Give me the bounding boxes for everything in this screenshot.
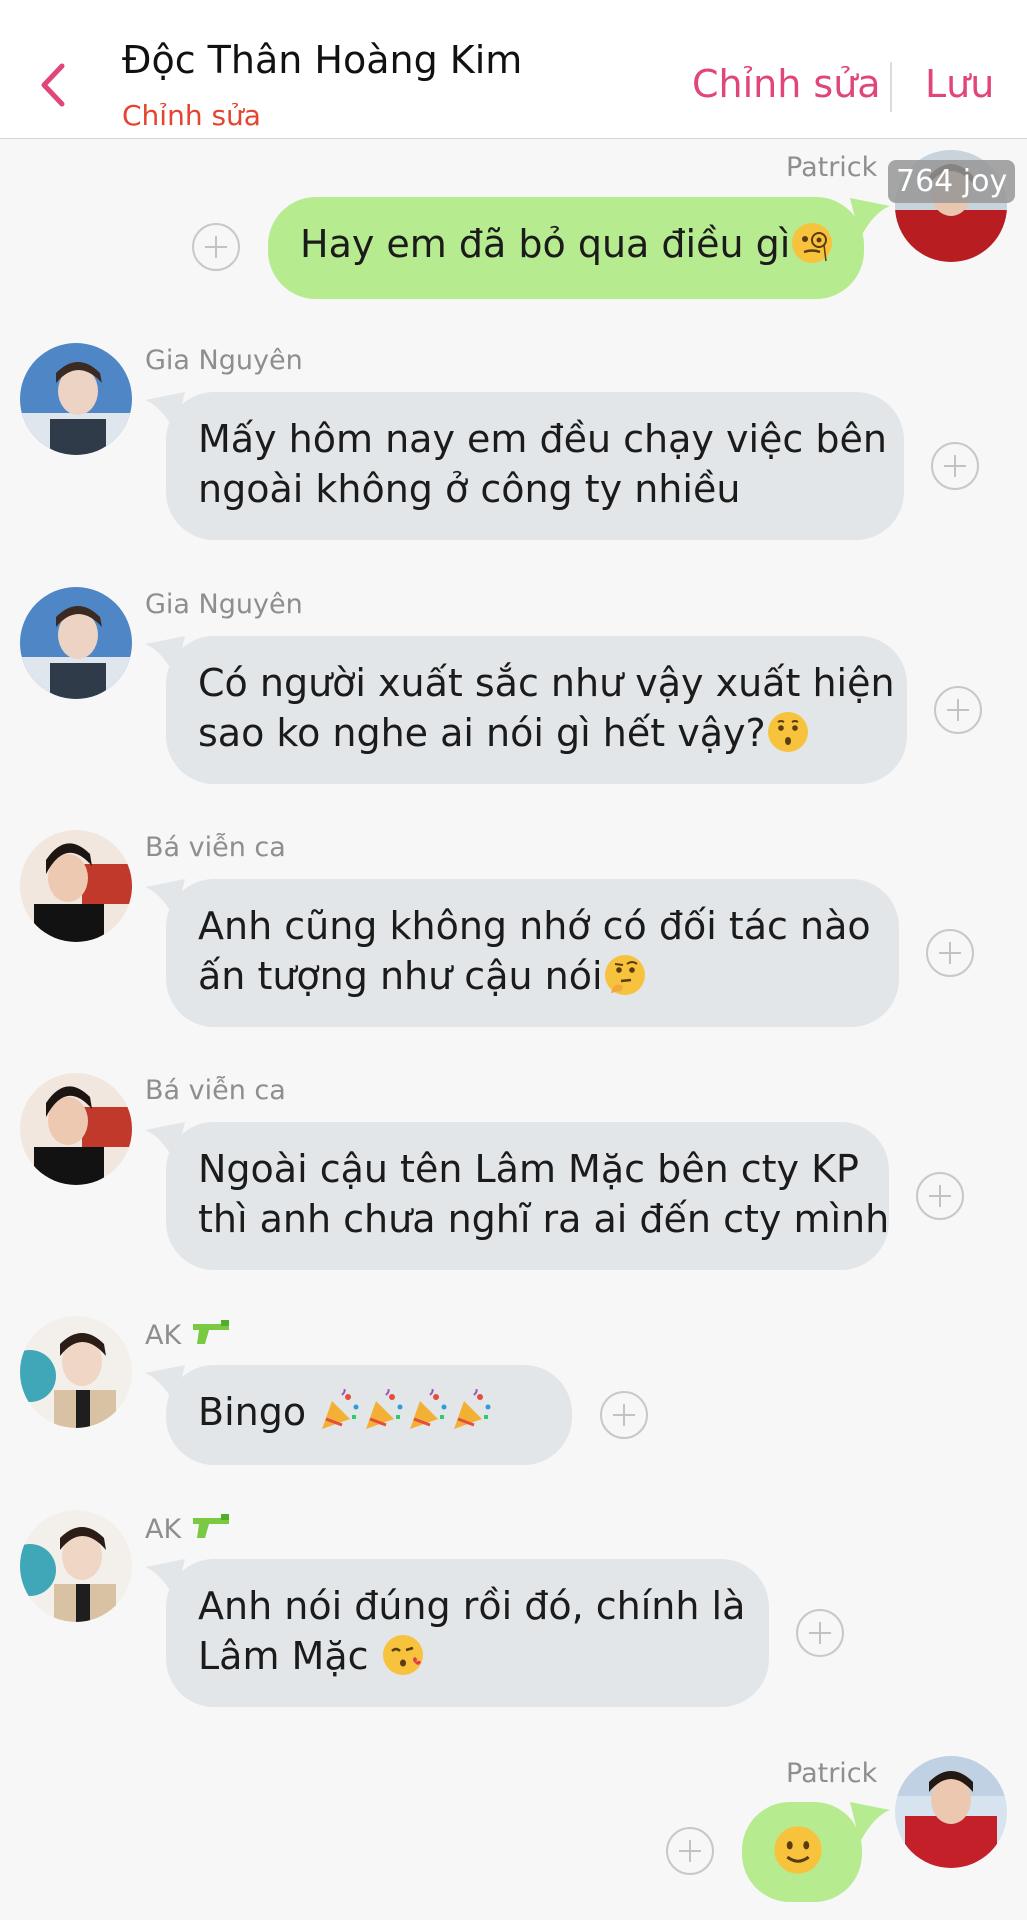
sender-name: AK — [145, 1318, 231, 1351]
message-bubble[interactable]: Anh cũng không nhớ có đối tác nào ấn tượ… — [166, 879, 899, 1027]
sender-name: Gia Nguyên — [145, 345, 303, 376]
chat-subtitle-edit[interactable]: Chỉnh sửa — [122, 99, 261, 132]
message-text: Có người xuất sắc như vậy xuất hiện — [198, 661, 895, 705]
add-reaction-button[interactable] — [192, 223, 240, 271]
sender-name: Patrick — [786, 152, 878, 183]
sender-name: Gia Nguyên — [145, 589, 303, 620]
avatar[interactable] — [20, 1316, 132, 1428]
add-reaction-button[interactable] — [916, 1172, 964, 1220]
avatar[interactable] — [20, 830, 132, 942]
add-reaction-button[interactable] — [666, 1827, 714, 1875]
chat-header: Độc Thân Hoàng Kim Chỉnh sửa Chỉnh sửa L… — [0, 0, 1027, 139]
message-text: Bingo — [198, 1390, 307, 1434]
avatar[interactable] — [20, 1073, 132, 1185]
edit-button[interactable]: Chỉnh sửa — [692, 62, 881, 106]
message-text: sao ko nghe ai nói gì hết vậy? — [198, 711, 766, 755]
add-reaction-button[interactable] — [931, 442, 979, 490]
sender-name: Patrick — [786, 1758, 878, 1789]
back-chevron-icon[interactable] — [34, 60, 74, 110]
message-bubble[interactable]: Ngoài cậu tên Lâm Mặc bên cty KP thì anh… — [166, 1122, 889, 1270]
joy-badge: 764 joy — [888, 160, 1016, 203]
slightly-smiling-face-icon — [772, 1824, 824, 1876]
monocle-face-icon — [790, 221, 834, 265]
party-popper-icon — [406, 1389, 450, 1433]
sender-name: Bá viễn ca — [145, 832, 286, 863]
water-pistol-icon — [191, 1318, 231, 1348]
message-text: Hay em đã bỏ qua điều gì — [300, 222, 791, 266]
add-reaction-button[interactable] — [796, 1609, 844, 1657]
message-bubble[interactable]: Có người xuất sắc như vậy xuất hiện sao … — [166, 636, 907, 784]
water-pistol-icon — [191, 1512, 231, 1542]
add-reaction-button[interactable] — [926, 929, 974, 977]
face-blowing-kiss-icon — [381, 1633, 425, 1677]
party-popper-icon — [362, 1389, 406, 1433]
message-text: ngoài không ở công ty nhiều — [198, 467, 741, 511]
message-text: Anh nói đúng rồi đó, chính là — [198, 1584, 746, 1628]
message-text: ấn tượng như cậu nói — [198, 954, 603, 998]
party-popper-icon — [318, 1389, 362, 1433]
avatar[interactable] — [895, 1756, 1007, 1868]
kissing-face-icon — [766, 710, 810, 754]
message-text: Ngoài cậu tên Lâm Mặc bên cty KP — [198, 1147, 859, 1191]
party-popper-icon — [450, 1389, 494, 1433]
avatar[interactable] — [20, 587, 132, 699]
avatar[interactable] — [20, 343, 132, 455]
message-bubble[interactable]: Mấy hôm nay em đều chạy việc bên ngoài k… — [166, 392, 904, 540]
save-button[interactable]: Lưu — [925, 62, 994, 106]
message-bubble[interactable] — [742, 1802, 862, 1902]
message-bubble[interactable]: Bingo — [166, 1365, 572, 1465]
chat-title: Độc Thân Hoàng Kim — [122, 38, 523, 82]
message-bubble[interactable]: Hay em đã bỏ qua điều gì — [268, 197, 864, 299]
thinking-face-icon — [603, 953, 647, 997]
message-text: thì anh chưa nghĩ ra ai đến cty mình — [198, 1197, 890, 1241]
message-text: Anh cũng không nhớ có đối tác nào — [198, 904, 871, 948]
header-divider — [890, 62, 892, 112]
avatar[interactable] — [20, 1510, 132, 1622]
message-text: Mấy hôm nay em đều chạy việc bên — [198, 417, 887, 461]
sender-name: Bá viễn ca — [145, 1075, 286, 1106]
message-text: Lâm Mặc — [198, 1634, 369, 1678]
add-reaction-button[interactable] — [934, 686, 982, 734]
message-bubble[interactable]: Anh nói đúng rồi đó, chính là Lâm Mặc — [166, 1559, 769, 1707]
add-reaction-button[interactable] — [600, 1391, 648, 1439]
sender-name: AK — [145, 1512, 231, 1545]
